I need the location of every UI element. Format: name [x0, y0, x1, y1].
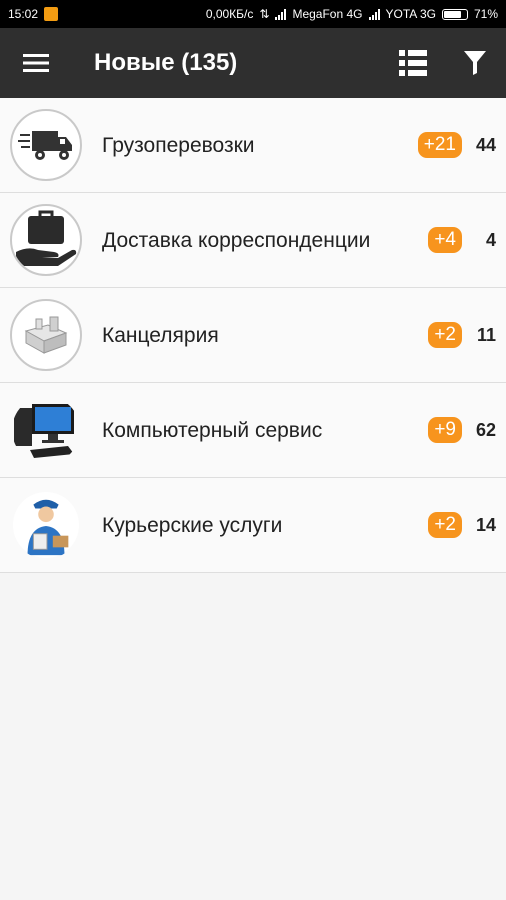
total-count: 44 — [475, 134, 496, 155]
new-count-badge: +9 — [428, 417, 462, 443]
total-count: 4 — [485, 229, 496, 250]
category-row-cargo[interactable]: Грузоперевозки +21 44 — [0, 98, 506, 193]
category-list: Грузоперевозки +21 44 Доставка корреспон… — [0, 98, 506, 573]
signal-icon-1 — [275, 8, 287, 20]
new-count-badge: +21 — [417, 132, 462, 158]
carrier-2: YOTA 3G — [385, 7, 436, 21]
total-count: 62 — [475, 419, 496, 440]
hand-box-icon — [10, 204, 82, 276]
stationery-icon — [10, 299, 82, 371]
new-count-badge: +2 — [428, 322, 462, 348]
new-count-badge: +2 — [428, 512, 462, 538]
battery-level: 71% — [473, 7, 498, 21]
signal-icon-2 — [368, 8, 380, 20]
network-speed: 0,00КБ/с — [205, 7, 254, 21]
data-transfer-icon: ⇅ — [259, 7, 270, 21]
category-label: Курьерские услуги — [102, 513, 283, 537]
status-bar: 15:02 0,00КБ/с ⇅ MegaFon 4G YOTA 3G 71% — [0, 0, 506, 28]
filter-funnel-icon[interactable] — [444, 28, 506, 98]
category-row-correspondence[interactable]: Доставка корреспонденции +4 4 — [0, 193, 506, 288]
truck-icon — [10, 109, 82, 181]
new-count-badge: +4 — [428, 227, 462, 253]
category-label: Канцелярия — [102, 323, 219, 347]
total-count: 11 — [476, 324, 496, 345]
battery-icon — [441, 8, 468, 20]
category-row-computer[interactable]: Компьютерный сервис +9 62 — [0, 383, 506, 478]
category-label: Доставка корреспонденции — [102, 228, 371, 252]
category-row-stationery[interactable]: Канцелярия +2 11 — [0, 288, 506, 383]
carrier-1: MegaFon 4G — [292, 7, 363, 21]
status-time: 15:02 — [8, 7, 39, 21]
notification-icon — [44, 7, 59, 21]
category-label: Грузоперевозки — [102, 133, 255, 157]
category-row-courier[interactable]: Курьерские услуги +2 14 — [0, 478, 506, 573]
page-title: Новые (135) — [94, 49, 238, 76]
list-view-icon[interactable] — [382, 28, 444, 98]
hamburger-menu-icon[interactable] — [0, 28, 72, 98]
computer-icon — [10, 394, 82, 466]
category-label: Компьютерный сервис — [102, 418, 323, 442]
total-count: 14 — [475, 514, 496, 535]
app-toolbar: Новые (135) — [0, 28, 506, 98]
courier-icon — [10, 489, 82, 561]
